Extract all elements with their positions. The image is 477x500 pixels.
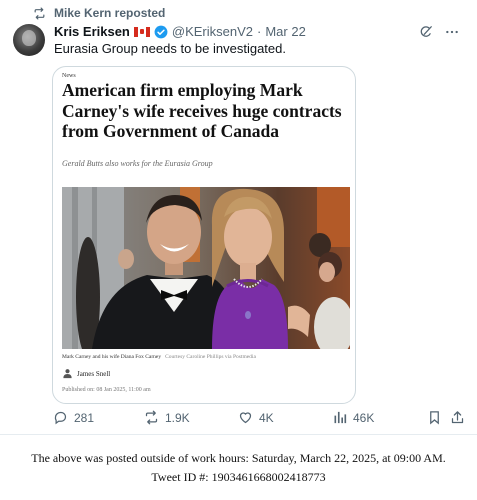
published-date: Published on: 08 Jan 2025, 11:00 am (62, 387, 151, 393)
repost-action-icon (145, 410, 158, 425)
reply-icon (54, 411, 67, 425)
repost-count: 1.9K (165, 410, 190, 425)
reply-button[interactable]: 281 (53, 410, 94, 425)
footnote: The above was posted outside of work hou… (0, 449, 477, 487)
article-section: News (62, 73, 76, 79)
repost-label: Mike Kern reposted (54, 6, 166, 20)
grok-icon[interactable] (419, 25, 433, 39)
caption-text: Mark Carney and his wife Diana Fox Carne… (62, 354, 162, 360)
share-icon (451, 411, 464, 424)
separator-dot: · (257, 24, 262, 39)
article-photo (62, 187, 350, 349)
heart-icon (239, 412, 252, 424)
author-icon (63, 369, 72, 379)
like-button[interactable]: 4K (238, 410, 274, 425)
photo-credit: Courtesy Caroline Phillips via Postmedia (165, 354, 256, 360)
views-count: 46K (353, 410, 375, 425)
article-card[interactable]: News American firm employing Mark Carney… (52, 66, 356, 404)
divider (0, 434, 477, 435)
bookmark-icon (430, 411, 439, 425)
canada-flag-icon (133, 26, 150, 37)
article-headline: American firm employing Mark Carney's wi… (62, 80, 342, 141)
more-options-icon[interactable] (445, 25, 459, 39)
reply-count: 281 (74, 410, 95, 425)
tweet-header: Kris Eriksen @KEriksenV2 · Mar 22 (54, 24, 306, 39)
repost-button[interactable]: 1.9K (144, 410, 190, 425)
like-count: 4K (259, 410, 274, 425)
author-name[interactable]: Kris Eriksen (54, 24, 130, 39)
article-author: James Snell (62, 368, 110, 379)
repost-indicator[interactable]: Mike Kern reposted (33, 6, 165, 20)
bookmark-button[interactable] (427, 410, 448, 425)
photo-caption: Mark Carney and his wife Diana Fox Carne… (62, 354, 256, 360)
views-button[interactable]: 46K (332, 410, 374, 425)
article-subhead: Gerald Butts also works for the Eurasia … (62, 159, 213, 168)
views-icon (334, 411, 347, 424)
avatar[interactable] (13, 24, 45, 56)
footnote-line-1: The above was posted outside of work hou… (31, 451, 446, 465)
photo-illustration (62, 187, 350, 349)
tweet-text: Eurasia Group needs to be investigated. (54, 41, 286, 56)
repost-icon (34, 6, 45, 20)
footnote-line-2: Tweet ID #: 1903461668002418773 (151, 470, 326, 484)
share-button[interactable] (450, 410, 471, 425)
tweet-date[interactable]: Mar 22 (265, 24, 305, 39)
author-name-label: James Snell (77, 369, 111, 378)
action-bar: 281 1.9K 4K 46K (53, 410, 465, 428)
tweet-header-actions (419, 25, 459, 39)
verified-badge-icon (154, 25, 168, 38)
author-handle[interactable]: @KEriksenV2 (172, 24, 253, 39)
